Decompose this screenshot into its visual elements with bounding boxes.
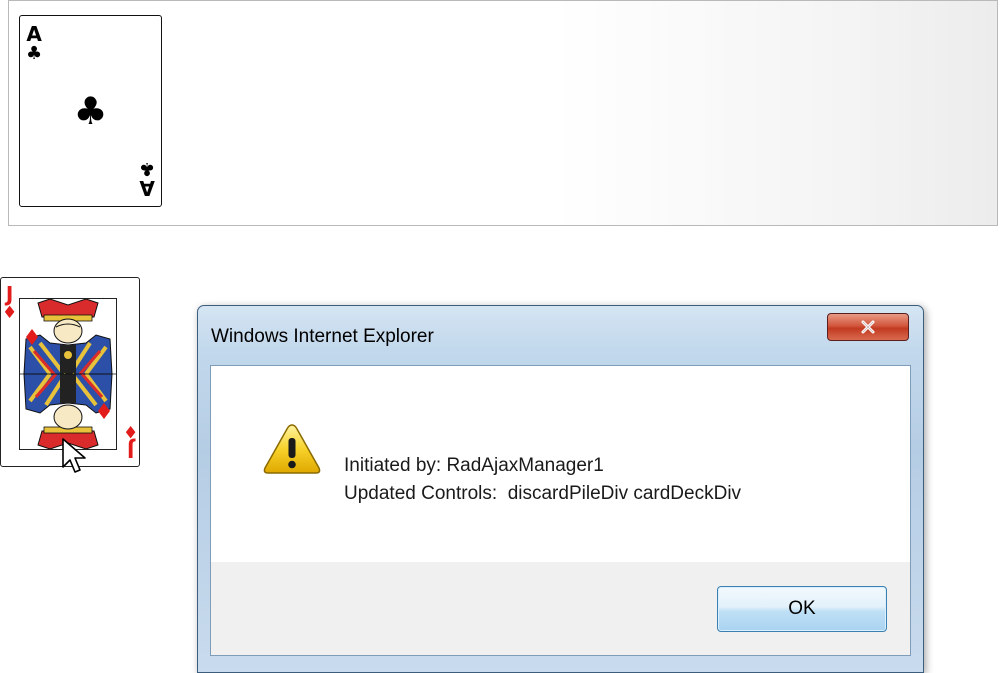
card-rank: A <box>26 22 42 46</box>
club-icon: ♣ <box>73 89 108 133</box>
ace-of-clubs-card[interactable]: A ♣ ♣ A ♣ <box>19 15 162 207</box>
card-corner-bottom-right: J ♦ <box>122 421 138 462</box>
dialog-titlebar[interactable]: Windows Internet Explorer <box>198 306 923 364</box>
page: A ♣ ♣ A ♣ J ♦ J ♦ Windows Internet Explo… <box>0 0 1003 673</box>
close-button[interactable] <box>827 313 909 341</box>
message-line-updated-controls: Updated Controls: discardPileDiv cardDec… <box>344 483 742 504</box>
club-icon: ♣ <box>138 158 155 179</box>
mouse-cursor-icon <box>62 438 86 473</box>
jack-face-illustration <box>19 298 117 450</box>
alert-dialog: Windows Internet Explorer Initiated by: … <box>197 305 924 673</box>
card-corner-top-left: J ♦ <box>2 284 17 322</box>
diamond-icon: ♦ <box>2 303 18 323</box>
card-corner-bottom-right: A ♣ <box>138 158 155 200</box>
card-corner-top-left: A ♣ <box>26 24 42 63</box>
warning-icon <box>263 424 321 474</box>
card-rank: J <box>5 282 14 306</box>
dialog-message-area: Initiated by: RadAjaxManager1 Updated Co… <box>211 366 910 562</box>
message-line-initiated-by: Initiated by: RadAjaxManager1 <box>344 455 604 476</box>
diamond-icon: ♦ <box>122 421 138 441</box>
dialog-message: Initiated by: RadAjaxManager1 Updated Co… <box>344 452 741 508</box>
close-icon <box>861 320 875 334</box>
card-rank: A <box>139 176 155 200</box>
card-rank: J <box>126 438 135 462</box>
dialog-title: Windows Internet Explorer <box>211 326 434 347</box>
ok-button[interactable]: OK <box>717 586 887 632</box>
dialog-body: Initiated by: RadAjaxManager1 Updated Co… <box>210 365 911 656</box>
club-icon: ♣ <box>26 43 43 64</box>
